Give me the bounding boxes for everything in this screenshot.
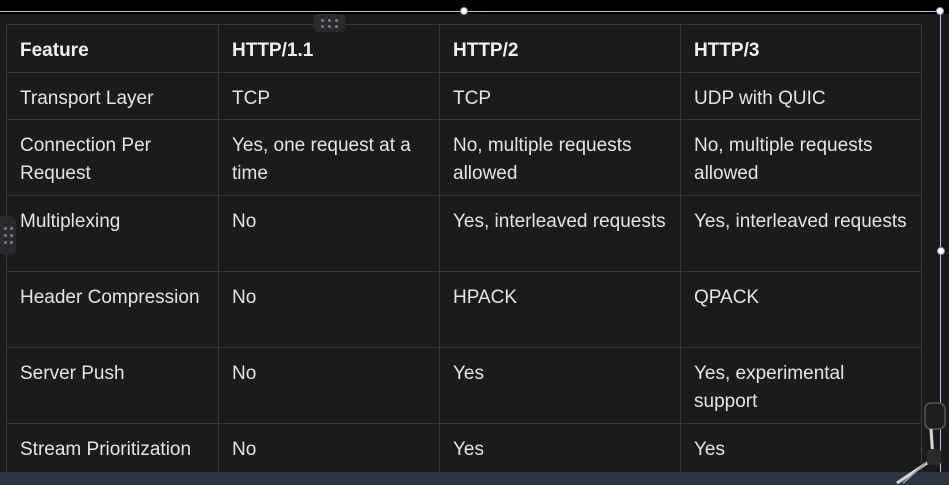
drag-grip-icon xyxy=(334,24,338,28)
drag-grip-icon xyxy=(327,24,331,28)
drag-grip-icon xyxy=(9,226,13,230)
drag-grip-icon xyxy=(9,233,13,237)
drag-grip-icon xyxy=(320,24,324,28)
drag-grip-icon xyxy=(3,240,7,244)
drag-grip-icon xyxy=(3,233,7,237)
drag-grip-icon xyxy=(9,240,13,244)
drag-grip-icon xyxy=(3,226,7,230)
bottom-bar xyxy=(0,472,949,485)
column-drag-handle[interactable] xyxy=(313,14,345,32)
drag-grip-icon xyxy=(320,18,324,22)
drag-grip-icon xyxy=(334,18,338,22)
drag-grip-icon xyxy=(327,18,331,22)
resize-handle-icon[interactable] xyxy=(937,247,945,255)
resize-handle-icon[interactable] xyxy=(460,7,468,15)
editor-canvas: Feature HTTP/1.1 HTTP/2 HTTP/3 Transport… xyxy=(0,0,949,485)
microphone-arm-icon xyxy=(896,402,946,485)
table-selection-frame xyxy=(0,11,941,481)
resize-handle-icon[interactable] xyxy=(936,7,944,15)
row-drag-handle[interactable] xyxy=(0,216,16,254)
